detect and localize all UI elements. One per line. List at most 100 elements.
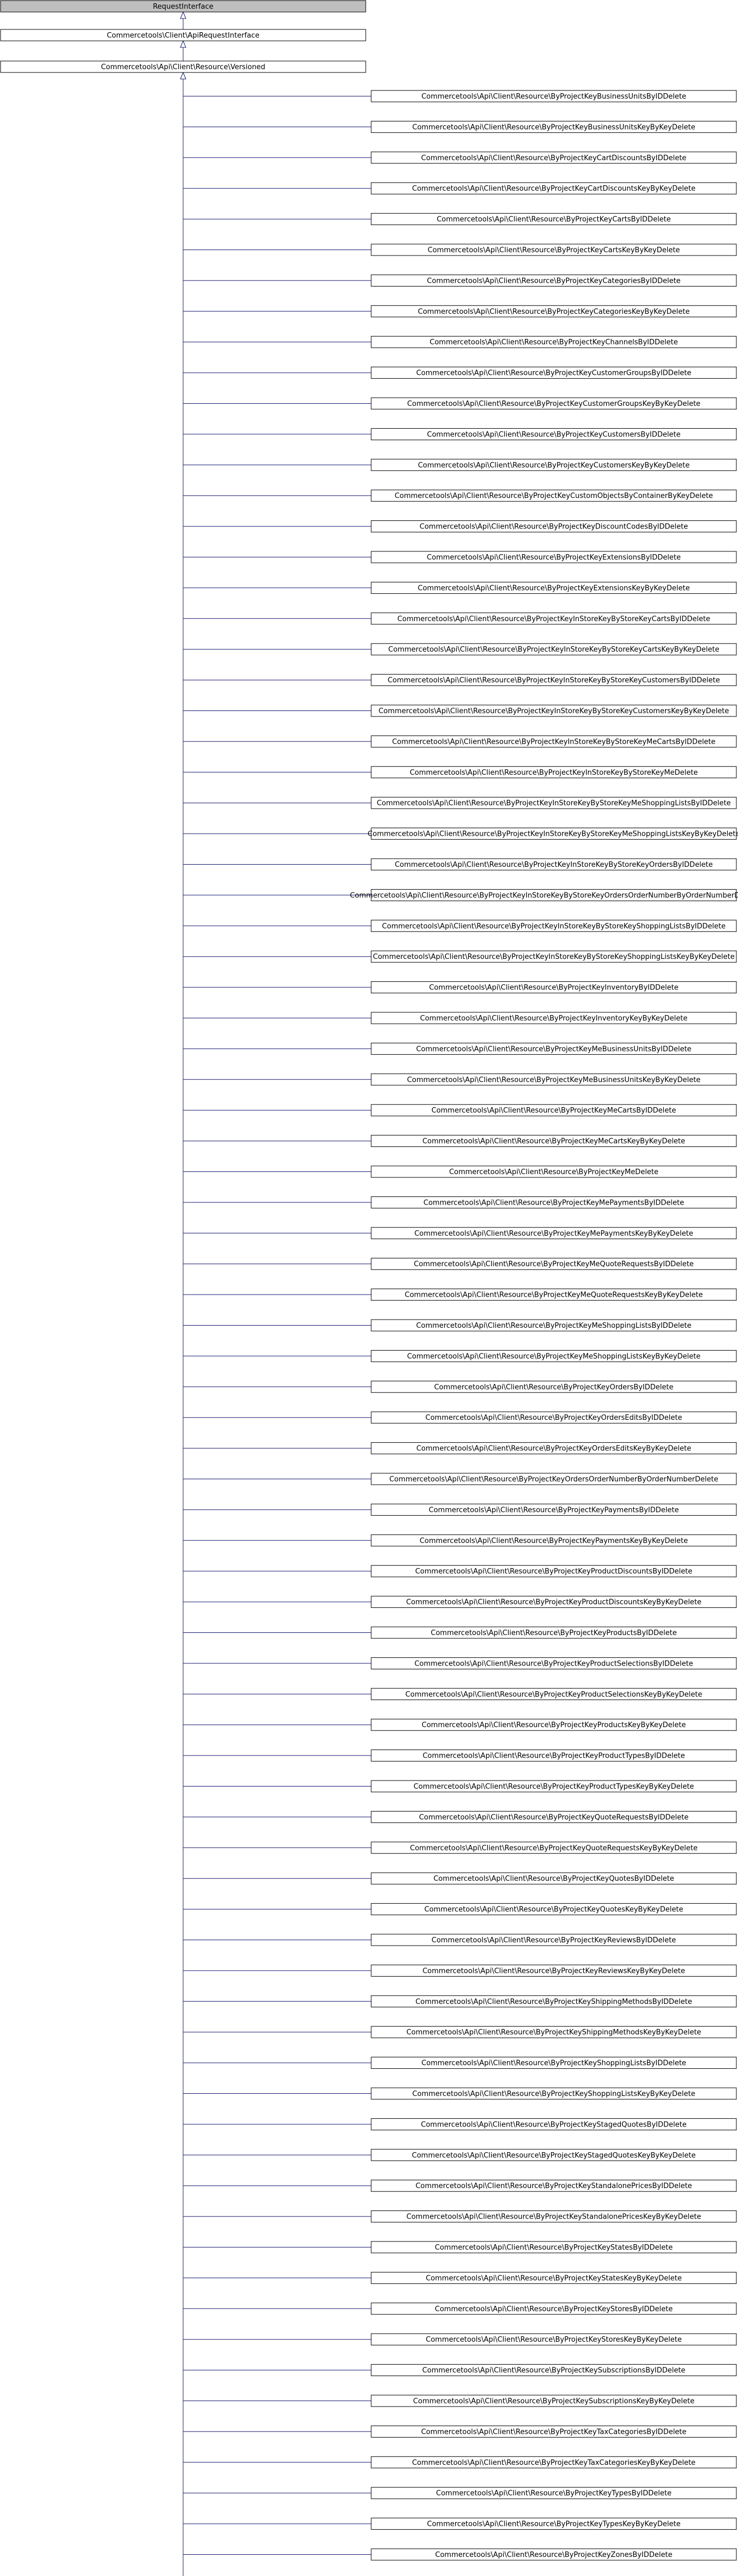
- derived-class-node[interactable]: Commercetools\Api\Client\Resource\ByProj…: [371, 428, 737, 440]
- derived-class-node[interactable]: Commercetools\Api\Client\Resource\ByProj…: [371, 520, 737, 533]
- derived-class-node[interactable]: Commercetools\Api\Client\Resource\ByProj…: [371, 551, 737, 563]
- derived-class-label: Commercetools\Api\Client\Resource\ByProj…: [378, 707, 729, 715]
- derived-class-node[interactable]: Commercetools\Api\Client\Resource\ByProj…: [371, 581, 737, 594]
- derived-class-label: Commercetools\Api\Client\Resource\ByProj…: [434, 1383, 673, 1392]
- derived-class-node[interactable]: Commercetools\Api\Client\Resource\ByProj…: [371, 1565, 737, 1577]
- derived-class-node[interactable]: Commercetools\Api\Client\Resource\ByProj…: [371, 766, 737, 779]
- derived-class-node[interactable]: Commercetools\Api\Client\Resource\ByProj…: [371, 858, 737, 871]
- derived-class-node[interactable]: Commercetools\Api\Client\Resource\ByProj…: [371, 2364, 737, 2377]
- derived-class-node[interactable]: Commercetools\Api\Client\Resource\ByProj…: [371, 489, 737, 502]
- derived-class-node[interactable]: Commercetools\Api\Client\Resource\ByProj…: [371, 1780, 737, 1793]
- derived-class-node[interactable]: Commercetools\Api\Client\Resource\ByProj…: [371, 2333, 737, 2346]
- node-versioned[interactable]: Commercetools\Api\Client\Resource\Versio…: [0, 60, 366, 73]
- derived-class-node[interactable]: Commercetools\Api\Client\Resource\ByProj…: [371, 735, 737, 748]
- derived-class-node[interactable]: Commercetools\Api\Client\Resource\ByProj…: [371, 305, 737, 318]
- derived-class-label: Commercetools\Api\Client\Resource\ByProj…: [432, 1936, 676, 1945]
- derived-class-node[interactable]: Commercetools\Api\Client\Resource\ByProj…: [371, 120, 737, 133]
- derived-class-node[interactable]: Commercetools\Api\Client\Resource\ByProj…: [371, 2456, 737, 2469]
- derived-class-node[interactable]: Commercetools\Api\Client\Resource\ByProj…: [371, 1596, 737, 1608]
- derived-class-node[interactable]: Commercetools\Api\Client\Resource\ByProj…: [371, 244, 737, 256]
- derived-class-node[interactable]: Commercetools\Api\Client\Resource\ByProj…: [371, 950, 737, 963]
- derived-class-node[interactable]: Commercetools\Api\Client\Resource\ByProj…: [371, 981, 737, 994]
- derived-class-node[interactable]: Commercetools\Api\Client\Resource\ByProj…: [371, 1473, 737, 1485]
- derived-class-node[interactable]: Commercetools\Api\Client\Resource\ByProj…: [371, 1626, 737, 1639]
- derived-class-node[interactable]: Commercetools\Api\Client\Resource\ByProj…: [371, 182, 737, 195]
- derived-class-node[interactable]: Commercetools\Api\Client\Resource\ByProj…: [371, 2087, 737, 2100]
- derived-class-node[interactable]: Commercetools\Api\Client\Resource\ByProj…: [371, 90, 737, 102]
- derived-class-node[interactable]: Commercetools\Api\Client\Resource\ByProj…: [368, 828, 738, 840]
- derived-class-node[interactable]: Commercetools\Api\Client\Resource\ByProj…: [371, 674, 737, 686]
- derived-class-label: Commercetools\Api\Client\Resource\ByProj…: [415, 1568, 693, 1576]
- derived-class-node[interactable]: Commercetools\Api\Client\Resource\ByProj…: [371, 1657, 737, 1669]
- derived-class-node[interactable]: Commercetools\Api\Client\Resource\ByProj…: [371, 704, 737, 717]
- derived-class-node[interactable]: Commercetools\Api\Client\Resource\ByProj…: [371, 1289, 737, 1301]
- derived-class-node[interactable]: Commercetools\Api\Client\Resource\ByProj…: [371, 612, 737, 625]
- derived-class-node[interactable]: Commercetools\Api\Client\Resource\ByProj…: [371, 2149, 737, 2161]
- node-request-interface[interactable]: RequestInterface: [0, 0, 366, 13]
- derived-class-label: Commercetools\Api\Client\Resource\ByProj…: [422, 1752, 685, 1760]
- derived-class-label: Commercetools\Api\Client\Resource\ByProj…: [427, 277, 680, 285]
- derived-class-label: Commercetools\Api\Client\Resource\ByProj…: [373, 953, 735, 961]
- derived-class-node[interactable]: Commercetools\Api\Client\Resource\ByProj…: [371, 2179, 737, 2192]
- derived-class-node[interactable]: Commercetools\Api\Client\Resource\ByProj…: [371, 2026, 737, 2038]
- derived-class-node[interactable]: Commercetools\Api\Client\Resource\ByProj…: [371, 1503, 737, 1516]
- derived-class-node[interactable]: Commercetools\Api\Client\Resource\ByProj…: [371, 2302, 737, 2315]
- derived-class-node[interactable]: Commercetools\Api\Client\Resource\ByProj…: [371, 2271, 737, 2284]
- derived-class-label: Commercetools\Api\Client\Resource\ByProj…: [422, 2367, 686, 2375]
- derived-class-node[interactable]: Commercetools\Api\Client\Resource\ByProj…: [371, 1381, 737, 1393]
- derived-class-node[interactable]: Commercetools\Api\Client\Resource\ByProj…: [371, 397, 737, 410]
- derived-class-node[interactable]: Commercetools\Api\Client\Resource\ByProj…: [371, 1104, 737, 1116]
- derived-class-node[interactable]: Commercetools\Api\Client\Resource\ByProj…: [371, 1165, 737, 1178]
- derived-class-node[interactable]: Commercetools\Api\Client\Resource\ByProj…: [371, 2210, 737, 2223]
- derived-class-node[interactable]: Commercetools\Api\Client\Resource\ByProj…: [371, 1196, 737, 1208]
- derived-class-node[interactable]: Commercetools\Api\Client\Resource\ByProj…: [371, 459, 737, 471]
- derived-class-node[interactable]: Commercetools\Api\Client\Resource\ByProj…: [371, 1442, 737, 1455]
- derived-class-node[interactable]: Commercetools\Api\Client\Resource\ByProj…: [350, 889, 738, 901]
- derived-class-node[interactable]: Commercetools\Api\Client\Resource\ByProj…: [371, 151, 737, 164]
- derived-class-node[interactable]: Commercetools\Api\Client\Resource\ByProj…: [371, 1872, 737, 1885]
- derived-class-node[interactable]: Commercetools\Api\Client\Resource\ByProj…: [371, 2057, 737, 2069]
- edge-arrow-versioned: [180, 71, 186, 80]
- derived-class-node[interactable]: Commercetools\Api\Client\Resource\ByProj…: [371, 1688, 737, 1700]
- derived-class-node[interactable]: Commercetools\Api\Client\Resource\ByProj…: [371, 1811, 737, 1823]
- derived-class-node[interactable]: Commercetools\Api\Client\Resource\ByProj…: [371, 2487, 737, 2499]
- derived-class-node[interactable]: Commercetools\Api\Client\Resource\ByProj…: [371, 1411, 737, 1424]
- derived-class-label: Commercetools\Api\Client\Resource\ByProj…: [424, 1199, 684, 1207]
- derived-class-node[interactable]: Commercetools\Api\Client\Resource\ByProj…: [371, 367, 737, 379]
- derived-class-node[interactable]: Commercetools\Api\Client\Resource\ByProj…: [371, 1257, 737, 1270]
- derived-class-node[interactable]: Commercetools\Api\Client\Resource\ByProj…: [371, 1012, 737, 1024]
- derived-class-node[interactable]: Commercetools\Api\Client\Resource\ByProj…: [371, 1995, 737, 2008]
- derived-class-node[interactable]: Commercetools\Api\Client\Resource\ByProj…: [371, 2518, 737, 2530]
- derived-class-node[interactable]: Commercetools\Api\Client\Resource\ByProj…: [371, 1718, 737, 1731]
- derived-class-node[interactable]: Commercetools\Api\Client\Resource\ByProj…: [371, 213, 737, 226]
- derived-class-label: Commercetools\Api\Client\Resource\ByProj…: [368, 830, 738, 839]
- derived-class-node[interactable]: Commercetools\Api\Client\Resource\ByProj…: [371, 920, 737, 932]
- derived-class-node[interactable]: Commercetools\Api\Client\Resource\ByProj…: [371, 797, 737, 809]
- derived-class-label: Commercetools\Api\Client\Resource\ByProj…: [418, 584, 689, 592]
- derived-class-node[interactable]: Commercetools\Api\Client\Resource\ByProj…: [371, 336, 737, 348]
- derived-class-node[interactable]: Commercetools\Api\Client\Resource\ByProj…: [371, 1073, 737, 1086]
- derived-class-node[interactable]: Commercetools\Api\Client\Resource\ByProj…: [371, 1135, 737, 1147]
- derived-class-label: Commercetools\Api\Client\Resource\ByProj…: [426, 2274, 682, 2282]
- derived-class-node[interactable]: Commercetools\Api\Client\Resource\ByProj…: [371, 2425, 737, 2438]
- derived-class-node[interactable]: Commercetools\Api\Client\Resource\ByProj…: [371, 2395, 737, 2407]
- derived-class-node[interactable]: Commercetools\Api\Client\Resource\ByProj…: [371, 1319, 737, 1332]
- edge-arrow-request-interface: [180, 11, 186, 19]
- derived-class-label: Commercetools\Api\Client\Resource\ByProj…: [435, 2305, 673, 2313]
- derived-class-node[interactable]: Commercetools\Api\Client\Resource\ByProj…: [371, 643, 737, 655]
- derived-class-node[interactable]: Commercetools\Api\Client\Resource\ByProj…: [371, 1042, 737, 1055]
- derived-class-node[interactable]: Commercetools\Api\Client\Resource\ByProj…: [371, 1534, 737, 1547]
- derived-class-node[interactable]: Commercetools\Api\Client\Resource\ByProj…: [371, 1749, 737, 1762]
- derived-class-node[interactable]: Commercetools\Api\Client\Resource\ByProj…: [371, 1964, 737, 1977]
- derived-class-node[interactable]: Commercetools\Api\Client\Resource\ByProj…: [371, 2548, 737, 2561]
- derived-class-node[interactable]: Commercetools\Api\Client\Resource\ByProj…: [371, 2241, 737, 2253]
- node-api-request-interface[interactable]: Commercetools\Client\ApiRequestInterface: [0, 29, 366, 41]
- derived-class-label: Commercetools\Api\Client\Resource\ByProj…: [432, 1107, 676, 1115]
- derived-class-node[interactable]: Commercetools\Api\Client\Resource\ByProj…: [371, 1350, 737, 1362]
- derived-class-node[interactable]: Commercetools\Api\Client\Resource\ByProj…: [371, 1227, 737, 1240]
- derived-class-node[interactable]: Commercetools\Api\Client\Resource\ByProj…: [371, 2118, 737, 2130]
- derived-class-node[interactable]: Commercetools\Api\Client\Resource\ByProj…: [371, 274, 737, 287]
- derived-class-node[interactable]: Commercetools\Api\Client\Resource\ByProj…: [371, 1934, 737, 1946]
- derived-class-node[interactable]: Commercetools\Api\Client\Resource\ByProj…: [371, 1903, 737, 1916]
- derived-class-node[interactable]: Commercetools\Api\Client\Resource\ByProj…: [371, 1842, 737, 1854]
